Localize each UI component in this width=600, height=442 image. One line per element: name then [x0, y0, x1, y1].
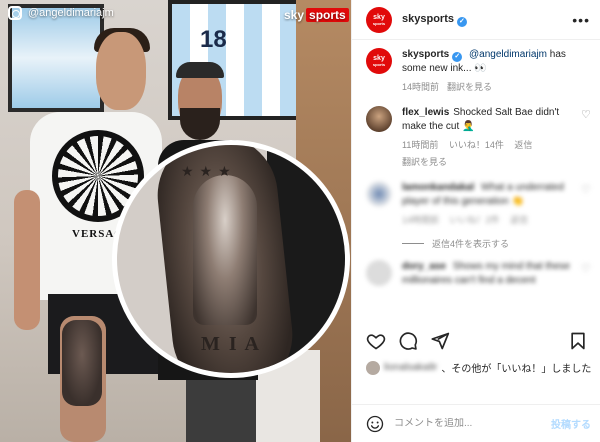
share-send-icon[interactable] — [430, 331, 450, 351]
verified-badge-icon: ✓ — [456, 16, 467, 27]
comment-username[interactable]: lamonkandakal — [402, 182, 474, 193]
view-replies-label: 返信4件を表示する — [432, 239, 510, 249]
like-comment-heart-icon[interactable]: ♡ — [581, 110, 592, 121]
translate-link[interactable]: 翻訳を見る — [447, 82, 492, 92]
replies-divider — [402, 243, 424, 244]
liker-avatar[interactable] — [366, 360, 380, 375]
avatar-text: sky — [373, 55, 385, 62]
avatar-subtext: sports — [372, 62, 386, 67]
instagram-icon — [8, 6, 22, 20]
player-arm — [14, 190, 40, 330]
author-username-text: skysports — [402, 12, 454, 25]
watermark-brand-sub: sports — [306, 8, 349, 22]
framed-jersey-left — [8, 4, 104, 112]
likes-summary-text: 、その他が「いいね！」しました — [441, 364, 592, 375]
post-action-bar — [366, 330, 588, 352]
comment-time[interactable]: 11時間前 — [402, 140, 438, 150]
tattoo-artist-beard — [180, 108, 220, 140]
caption: sky sports skysports ✓ @angeldimariajm ha… — [366, 48, 600, 94]
comment-time[interactable]: 14時間前 — [402, 82, 439, 92]
comment-item: dory_ase Shows my mind that these millio… — [366, 260, 600, 288]
emoji-smiley-icon[interactable] — [366, 415, 384, 433]
comment-time[interactable]: 14時間前 — [402, 215, 439, 225]
translate-link[interactable]: 翻訳を見る — [402, 155, 574, 169]
commenter-avatar[interactable] — [366, 260, 392, 286]
like-comment-heart-icon[interactable]: ♡ — [581, 185, 592, 196]
commenter-avatar[interactable] — [366, 181, 392, 207]
tattoo-closeup-inset: ★★★ M I A — [112, 140, 350, 378]
player-head — [96, 32, 146, 110]
reply-link[interactable]: 返信 — [510, 215, 528, 225]
avatar-text: sky — [373, 13, 385, 21]
reply-link[interactable]: 返信 — [514, 140, 532, 150]
comment-item: lamonkandakal What a underrated player o… — [366, 181, 600, 227]
comments-list[interactable]: sky sports skysports ✓ @angeldimariajm ha… — [352, 40, 600, 328]
comment-like-count[interactable]: いいね！14件 — [449, 140, 504, 150]
photo-username: @angeldimariajm — [28, 7, 114, 19]
tattoo-artist-legs — [186, 380, 256, 442]
likes-summary[interactable]: lionalsaka8r 、その他が「いいね！」しました — [366, 360, 596, 375]
comment-bubble-icon[interactable] — [398, 331, 418, 351]
post-header: sky sports skysports ✓ ••• — [352, 0, 600, 40]
jersey-number: 18 — [200, 26, 227, 53]
view-replies-button[interactable]: 返信4件を表示する — [402, 237, 600, 250]
like-comment-heart-icon[interactable]: ♡ — [581, 264, 592, 275]
like-heart-icon[interactable] — [366, 331, 386, 351]
world-cup-trophy-tattoo — [193, 175, 257, 325]
comment-like-count[interactable]: いいね！2件 — [450, 215, 500, 225]
post-photo[interactable]: 18 VERSACE ★★★ M I A @angeldimariajm sky… — [0, 0, 351, 442]
verified-badge-icon: ✓ — [452, 52, 463, 62]
leg-tattoo — [62, 320, 102, 406]
photo-username-overlay: @angeldimariajm — [8, 6, 114, 20]
add-comment-bar: 投稿する — [352, 404, 600, 442]
commenter-avatar[interactable] — [366, 106, 392, 132]
more-options-icon[interactable]: ••• — [572, 12, 590, 28]
post-comment-button[interactable]: 投稿する — [551, 416, 591, 431]
avatar-subtext: sports — [372, 20, 386, 26]
author-avatar[interactable]: sky sports — [366, 6, 392, 33]
tattoo-artist-cap — [176, 62, 224, 78]
mention-link[interactable]: @angeldimariajm — [469, 49, 547, 60]
comment-username-text: skysports — [402, 49, 450, 60]
post-side-panel: sky sports skysports ✓ ••• sky sports sky… — [351, 0, 600, 442]
bookmark-icon[interactable] — [568, 331, 588, 351]
liker-username[interactable]: lionalsaka8r — [384, 362, 437, 373]
tattoo-lettering: M I A — [201, 333, 261, 355]
caption-avatar[interactable]: sky sports — [366, 48, 392, 74]
stars-tattoo: ★★★ — [181, 163, 237, 179]
comment-username[interactable]: skysports ✓ — [402, 49, 463, 62]
sky-sports-watermark: sky sports — [284, 8, 349, 22]
comment-item: flex_lewis Shocked Salt Bae didn't make t… — [366, 106, 600, 169]
comment-username[interactable]: flex_lewis — [402, 107, 449, 118]
watermark-brand: sky — [284, 8, 305, 22]
author-username[interactable]: skysports ✓ — [402, 13, 467, 27]
comment-username[interactable]: dory_ase — [402, 261, 446, 272]
add-comment-input[interactable] — [394, 418, 551, 429]
